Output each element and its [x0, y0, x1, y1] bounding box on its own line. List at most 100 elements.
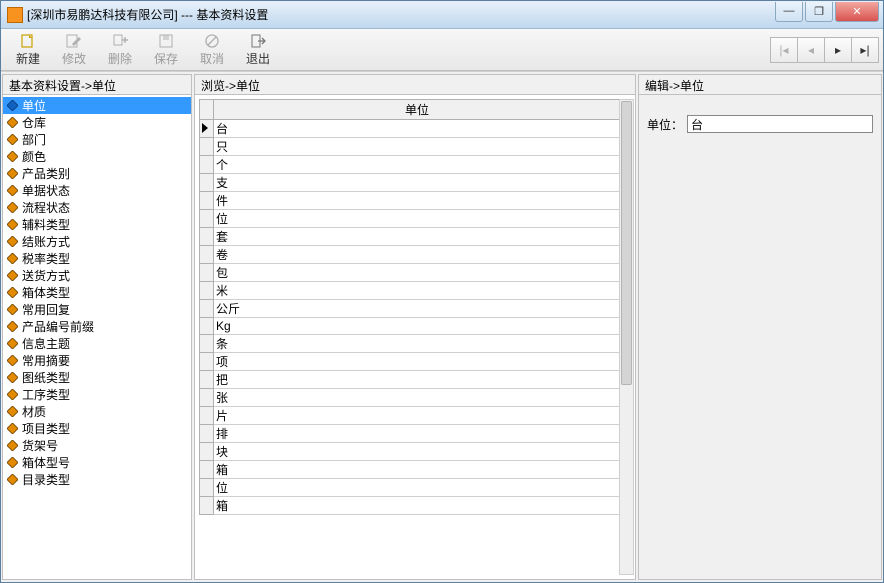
- grid-cell[interactable]: 条: [214, 335, 621, 353]
- nav-first-button[interactable]: |◂: [770, 37, 798, 63]
- cancel-button[interactable]: 取消: [189, 31, 235, 68]
- tree-item[interactable]: 箱体型号: [3, 454, 191, 471]
- table-row[interactable]: 件: [200, 192, 621, 210]
- tree-item[interactable]: 常用回复: [3, 301, 191, 318]
- grid-cell[interactable]: 包: [214, 264, 621, 282]
- tree-item[interactable]: 产品类别: [3, 165, 191, 182]
- record-nav: |◂ ◂ ▸ ▸|: [771, 31, 879, 68]
- table-row[interactable]: 包: [200, 264, 621, 282]
- row-header: [200, 407, 214, 425]
- grid-cell[interactable]: 只: [214, 138, 621, 156]
- table-row[interactable]: 块: [200, 443, 621, 461]
- table-row[interactable]: 位: [200, 210, 621, 228]
- tree-item-label: 产品类别: [22, 165, 70, 182]
- grid-cell[interactable]: 块: [214, 443, 621, 461]
- minimize-button[interactable]: —: [775, 2, 803, 22]
- tree-item[interactable]: 目录类型: [3, 471, 191, 488]
- grid-column-header[interactable]: 单位: [214, 100, 621, 120]
- table-row[interactable]: 箱: [200, 461, 621, 479]
- nav-next-button[interactable]: ▸: [824, 37, 852, 63]
- tree-item[interactable]: 工序类型: [3, 386, 191, 403]
- tree-item-label: 常用摘要: [22, 352, 70, 369]
- grid-cell[interactable]: 卷: [214, 246, 621, 264]
- tree-item[interactable]: 常用摘要: [3, 352, 191, 369]
- tree-item[interactable]: 单据状态: [3, 182, 191, 199]
- nav-next-icon: ▸: [835, 43, 841, 57]
- grid-cell[interactable]: 位: [214, 210, 621, 228]
- grid-scrollbar[interactable]: [619, 99, 634, 575]
- tree-item[interactable]: 辅料类型: [3, 216, 191, 233]
- grid-cell[interactable]: 台: [214, 120, 621, 138]
- save-button[interactable]: 保存: [143, 31, 189, 68]
- row-header: [200, 461, 214, 479]
- exit-button[interactable]: 退出: [235, 31, 281, 68]
- new-button[interactable]: 新建: [5, 31, 51, 68]
- table-row[interactable]: 片: [200, 407, 621, 425]
- row-header: [200, 353, 214, 371]
- table-row[interactable]: 只: [200, 138, 621, 156]
- grid-cell[interactable]: 排: [214, 425, 621, 443]
- grid-cell[interactable]: 支: [214, 174, 621, 192]
- tree-item[interactable]: 货架号: [3, 437, 191, 454]
- grid-cell[interactable]: 箱: [214, 497, 621, 515]
- table-row[interactable]: 公斤: [200, 300, 621, 318]
- tree-item-label: 税率类型: [22, 250, 70, 267]
- tree-item[interactable]: 图纸类型: [3, 369, 191, 386]
- tree-item[interactable]: 颜色: [3, 148, 191, 165]
- grid-cell[interactable]: Kg: [214, 318, 621, 335]
- tree-item[interactable]: 单位: [3, 97, 191, 114]
- grid-cell[interactable]: 张: [214, 389, 621, 407]
- table-row[interactable]: 台: [200, 120, 621, 138]
- table-row[interactable]: 排: [200, 425, 621, 443]
- right-panel-header: 编辑->单位: [639, 75, 881, 95]
- tree-item[interactable]: 箱体类型: [3, 284, 191, 301]
- tree-item[interactable]: 信息主题: [3, 335, 191, 352]
- table-row[interactable]: 米: [200, 282, 621, 300]
- tree-item[interactable]: 税率类型: [3, 250, 191, 267]
- table-row[interactable]: 个: [200, 156, 621, 174]
- maximize-button[interactable]: ❐: [805, 2, 833, 22]
- modify-button[interactable]: 修改: [51, 31, 97, 68]
- grid-cell[interactable]: 项: [214, 353, 621, 371]
- nav-last-button[interactable]: ▸|: [851, 37, 879, 63]
- delete-button[interactable]: 删除: [97, 31, 143, 68]
- grid-cell[interactable]: 件: [214, 192, 621, 210]
- tree-item[interactable]: 产品编号前缀: [3, 318, 191, 335]
- left-panel-header: 基本资料设置->单位: [3, 75, 191, 95]
- tree-item-label: 产品编号前缀: [22, 318, 94, 335]
- table-row[interactable]: 箱: [200, 497, 621, 515]
- tree-item[interactable]: 材质: [3, 403, 191, 420]
- tree-item[interactable]: 结账方式: [3, 233, 191, 250]
- grid-cell[interactable]: 米: [214, 282, 621, 300]
- grid-cell[interactable]: 片: [214, 407, 621, 425]
- table-row[interactable]: Kg: [200, 318, 621, 335]
- tree-item[interactable]: 送货方式: [3, 267, 191, 284]
- middle-panel-header: 浏览->单位: [195, 75, 635, 95]
- table-row[interactable]: 项: [200, 353, 621, 371]
- grid-scrollbar-thumb[interactable]: [621, 101, 632, 385]
- tree-item[interactable]: 仓库: [3, 114, 191, 131]
- nav-prev-button[interactable]: ◂: [797, 37, 825, 63]
- tree-item[interactable]: 项目类型: [3, 420, 191, 437]
- unit-grid[interactable]: 单位 台只个支件位套卷包米公斤Kg条项把张片排块箱位箱: [199, 99, 621, 515]
- table-row[interactable]: 支: [200, 174, 621, 192]
- table-row[interactable]: 把: [200, 371, 621, 389]
- table-row[interactable]: 位: [200, 479, 621, 497]
- row-header: [200, 174, 214, 192]
- tree-item[interactable]: 流程状态: [3, 199, 191, 216]
- table-row[interactable]: 套: [200, 228, 621, 246]
- tree-item-label: 送货方式: [22, 267, 70, 284]
- grid-cell[interactable]: 把: [214, 371, 621, 389]
- grid-cell[interactable]: 公斤: [214, 300, 621, 318]
- table-row[interactable]: 卷: [200, 246, 621, 264]
- table-row[interactable]: 张: [200, 389, 621, 407]
- tree-item[interactable]: 部门: [3, 131, 191, 148]
- grid-cell[interactable]: 套: [214, 228, 621, 246]
- grid-cell[interactable]: 位: [214, 479, 621, 497]
- row-header: [200, 371, 214, 389]
- table-row[interactable]: 条: [200, 335, 621, 353]
- grid-cell[interactable]: 箱: [214, 461, 621, 479]
- grid-cell[interactable]: 个: [214, 156, 621, 174]
- unit-input[interactable]: [687, 115, 873, 133]
- close-button[interactable]: ✕: [835, 2, 879, 22]
